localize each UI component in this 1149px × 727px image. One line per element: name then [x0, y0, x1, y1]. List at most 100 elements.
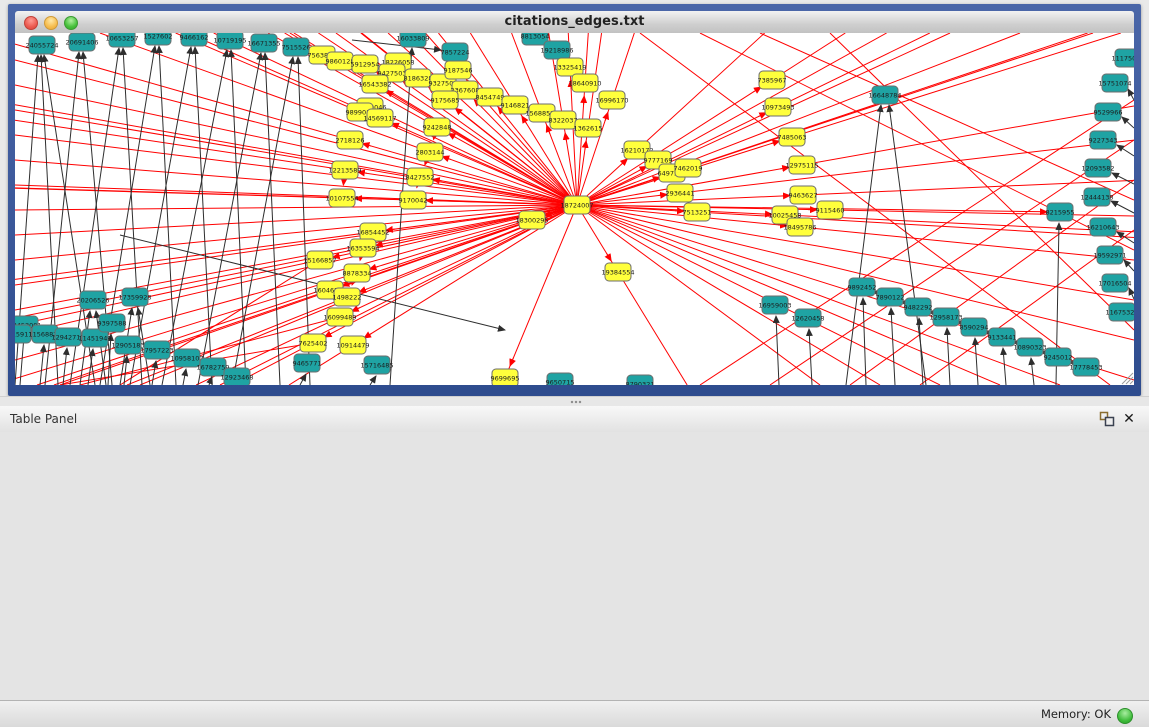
network-node[interactable]: 15751074: [1098, 74, 1131, 92]
network-node[interactable]: 14569117: [363, 109, 396, 127]
svg-text:14569117: 14569117: [363, 114, 396, 122]
network-node[interactable]: 9892452: [848, 278, 877, 296]
network-node[interactable]: 9482292: [904, 298, 933, 316]
network-view-window[interactable]: citations_edges.txt 24055724 20691406 1065…: [8, 4, 1141, 396]
canvas-resize-grip[interactable]: [1122, 373, 1133, 384]
network-node[interactable]: 10890323: [1013, 338, 1046, 356]
svg-text:12958173: 12958173: [929, 313, 962, 321]
network-node[interactable]: 16033809: [396, 33, 429, 47]
network-node[interactable]: 16353594: [346, 239, 379, 257]
network-node[interactable]: 9245012: [1044, 348, 1073, 366]
svg-text:18300295: 18300295: [515, 216, 548, 224]
network-node[interactable]: 17359928: [118, 288, 151, 306]
network-node[interactable]: 8215955: [1046, 203, 1075, 221]
svg-text:16854452: 16854452: [356, 228, 389, 236]
network-hub-node[interactable]: 18724007: [560, 196, 593, 214]
close-panel-icon[interactable]: ✕: [1121, 410, 1137, 428]
network-node[interactable]: 16959003: [758, 296, 791, 314]
network-node[interactable]: 20206526: [76, 291, 109, 309]
svg-text:17016504: 17016504: [1098, 279, 1131, 287]
network-node[interactable]: 12213589: [328, 161, 361, 179]
network-node[interactable]: 16099489: [323, 308, 356, 326]
network-node[interactable]: 15716485: [360, 356, 393, 374]
network-node[interactable]: 11175074: [1111, 49, 1134, 67]
network-node[interactable]: 9699695: [491, 369, 520, 385]
network-node[interactable]: 7857224: [441, 43, 470, 61]
network-node[interactable]: 9397588: [98, 314, 127, 332]
network-node[interactable]: 7515526: [282, 38, 311, 56]
network-node[interactable]: 2803144: [416, 143, 445, 161]
network-node[interactable]: 15166857: [303, 251, 336, 269]
svg-text:9133441: 9133441: [988, 333, 1017, 341]
network-node[interactable]: 16210643: [1086, 218, 1119, 236]
network-node[interactable]: 16996170: [595, 91, 628, 109]
network-node[interactable]: 12975115: [785, 156, 818, 174]
network-node[interactable]: 16854452: [356, 223, 389, 241]
network-node[interactable]: 9466162: [180, 33, 209, 46]
svg-text:2936441: 2936441: [666, 189, 695, 197]
network-node[interactable]: 8427552: [406, 168, 435, 186]
network-node[interactable]: 10653257: [105, 33, 138, 47]
network-node[interactable]: 10973493: [761, 98, 794, 116]
network-node[interactable]: 8590294: [960, 318, 989, 336]
network-node[interactable]: 10107554: [325, 189, 358, 207]
network-node[interactable]: 7485063: [778, 128, 807, 146]
network-node[interactable]: 7890122: [876, 288, 905, 306]
network-node[interactable]: 18300295: [515, 211, 548, 229]
network-node[interactable]: 8878334: [343, 264, 372, 282]
network-node[interactable]: 8790321: [626, 375, 655, 385]
svg-text:7515526: 7515526: [282, 43, 311, 51]
network-node[interactable]: 2718126: [336, 131, 365, 149]
network-node[interactable]: 9133441: [988, 328, 1017, 346]
network-node[interactable]: 16648784: [868, 86, 901, 104]
network-node[interactable]: 17016504: [1098, 274, 1131, 292]
network-canvas[interactable]: 24055724 20691406 10653257 1527602 9466162 10…: [15, 33, 1134, 385]
network-node[interactable]: 7513251: [683, 203, 712, 221]
network-node[interactable]: 17957223: [140, 341, 173, 359]
network-node[interactable]: 20691406: [65, 33, 98, 51]
network-node[interactable]: 24055724: [25, 36, 58, 54]
network-window-titlebar[interactable]: citations_edges.txt: [15, 11, 1134, 34]
network-node[interactable]: 12093582: [1081, 159, 1114, 177]
network-node[interactable]: 19218986: [540, 41, 573, 59]
network-node[interactable]: 9242848: [423, 118, 452, 136]
network-node[interactable]: 7385967: [758, 71, 787, 89]
network-node[interactable]: 16543382: [358, 75, 391, 93]
network-node[interactable]: 12958173: [929, 308, 962, 326]
svg-text:10890323: 10890323: [1013, 343, 1046, 351]
network-node[interactable]: 9650715: [546, 373, 575, 385]
network-node[interactable]: 17778453: [1069, 358, 1102, 376]
network-node[interactable]: 19592971: [1093, 246, 1126, 264]
network-node[interactable]: 9115460: [816, 201, 845, 219]
network-node[interactable]: 9187546: [444, 61, 473, 79]
network-node[interactable]: 7462019: [674, 159, 703, 177]
svg-text:12213589: 12213589: [328, 166, 361, 174]
network-node[interactable]: 9465771: [293, 354, 322, 372]
network-node[interactable]: 1498222: [333, 288, 362, 306]
network-node[interactable]: 7625402: [299, 334, 328, 352]
network-node[interactable]: 5912954: [351, 55, 380, 73]
network-node[interactable]: 9170042: [399, 191, 428, 209]
network-node[interactable]: 10719195: [213, 33, 246, 49]
network-node[interactable]: 13325419: [553, 58, 586, 76]
network-node[interactable]: 10914479: [336, 336, 369, 354]
network-node[interactable]: 12620458: [791, 309, 824, 327]
network-node[interactable]: 11675329: [1105, 303, 1134, 321]
svg-text:10653257: 10653257: [105, 34, 138, 42]
network-node[interactable]: 12923468: [220, 368, 253, 385]
memory-ok-indicator-icon[interactable]: [1117, 708, 1133, 724]
network-node[interactable]: 12444138: [1080, 188, 1113, 206]
network-node[interactable]: 9175685: [431, 91, 460, 109]
network-node[interactable]: 18495786: [783, 218, 816, 236]
svg-text:7462019: 7462019: [674, 164, 703, 172]
network-node[interactable]: 1527602: [144, 33, 173, 45]
network-node[interactable]: 9529966: [1094, 103, 1123, 121]
float-panel-icon[interactable]: [1099, 411, 1115, 427]
network-node[interactable]: 2936441: [666, 184, 695, 202]
network-node[interactable]: 9227343: [1089, 131, 1118, 149]
network-node[interactable]: 19384554: [601, 263, 634, 281]
network-node[interactable]: 18640910: [568, 74, 601, 92]
network-node[interactable]: 9463627: [789, 186, 818, 204]
network-node[interactable]: 1362615: [574, 119, 603, 137]
network-node[interactable]: 16671355: [247, 34, 280, 52]
